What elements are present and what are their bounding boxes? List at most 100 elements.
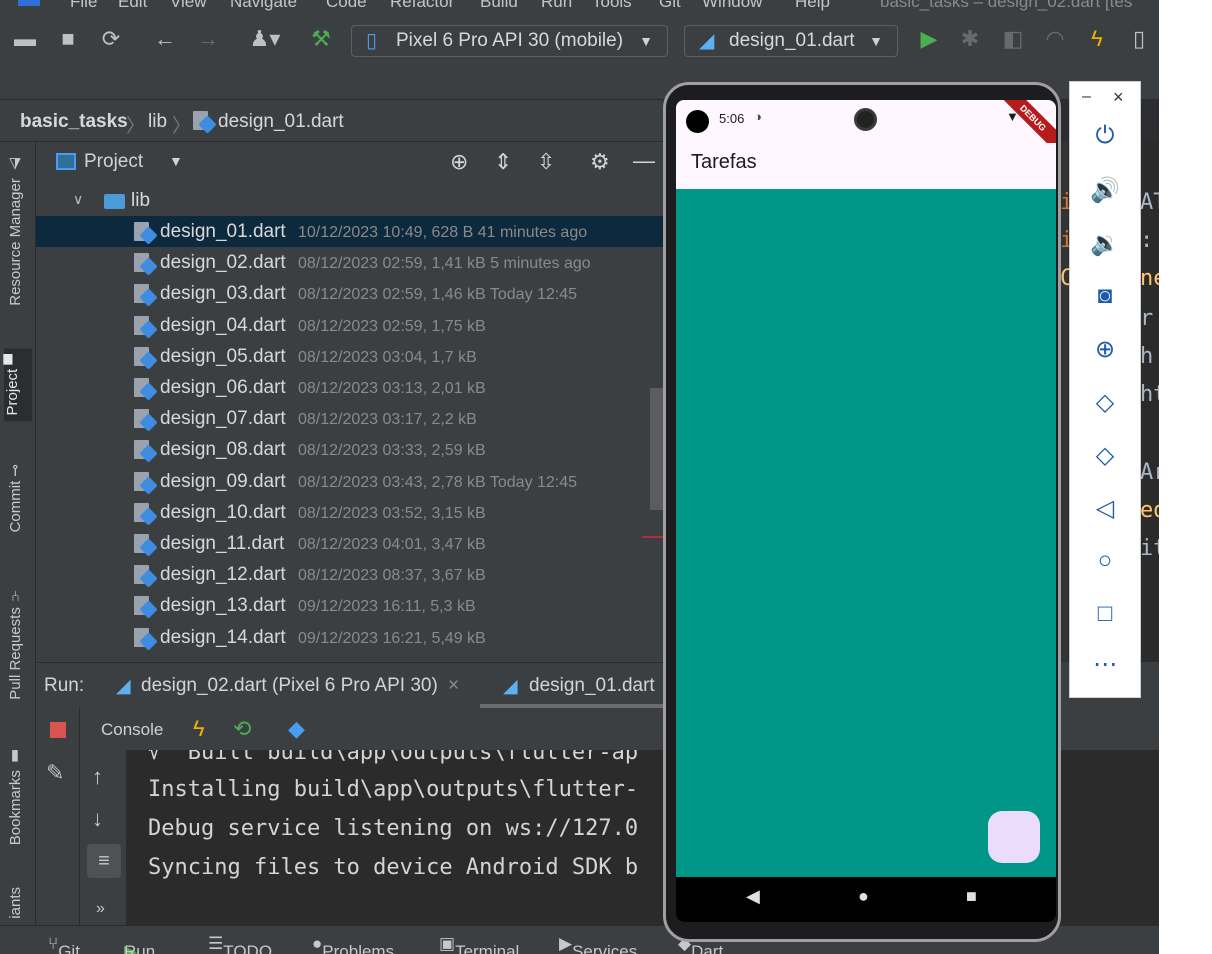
more-icon[interactable]: ⋯ — [1070, 650, 1140, 679]
dart-file-icon — [134, 532, 158, 557]
file-row[interactable]: design_08.dart 08/12/2023 03:33, 2,59 kB — [36, 434, 663, 465]
nav-recents-icon[interactable]: ■ — [966, 886, 977, 907]
hot-restart-icon[interactable]: ⟲ — [233, 716, 251, 742]
console-tab[interactable]: Console — [101, 720, 163, 740]
back-icon[interactable]: ◁ — [1070, 494, 1140, 523]
project-scrollbar[interactable] — [650, 388, 663, 510]
close-button[interactable]: × — [1113, 87, 1124, 108]
volume-down-icon[interactable]: 🔉 — [1070, 229, 1140, 258]
nav-home-icon[interactable]: ● — [858, 886, 869, 907]
nav-back-icon[interactable]: ◀ — [746, 886, 760, 907]
menu-tools[interactable]: Tools — [592, 0, 632, 12]
locate-icon[interactable]: ⊕ — [450, 149, 468, 175]
scroll-down-icon[interactable]: ↓ — [92, 806, 103, 832]
close-icon[interactable]: × — [448, 675, 459, 697]
build-hammer-icon[interactable]: ⚒ — [308, 27, 334, 51]
menu-run[interactable]: Run — [541, 0, 572, 12]
camera-icon[interactable]: ◙ — [1070, 282, 1140, 310]
debug-icon[interactable]: ✱ — [957, 27, 983, 51]
run-tab-design02[interactable]: design_02.dart (Pixel 6 Pro API 30) — [141, 675, 438, 697]
minimize-button[interactable]: – — [1082, 88, 1091, 106]
breadcrumb-project[interactable]: basic_tasks — [20, 111, 128, 133]
file-row[interactable]: design_02.dart 08/12/2023 02:59, 1,41 kB … — [36, 247, 663, 278]
open-folder-icon[interactable]: ▬ — [12, 27, 38, 51]
home-icon[interactable]: ○ — [1070, 547, 1140, 575]
run-icon[interactable]: ▶ — [916, 27, 942, 51]
menu-edit[interactable]: Edit — [118, 0, 147, 12]
file-row[interactable]: design_04.dart 08/12/2023 02:59, 1,75 kB — [36, 310, 663, 341]
devtools-icon[interactable]: ◆ — [288, 716, 305, 742]
zoom-icon[interactable]: ⊕ — [1070, 335, 1140, 364]
git-tab[interactable]: ⑂ Git — [48, 934, 80, 954]
file-row[interactable]: design_14.dart 09/12/2023 16:21, 5,49 kB — [36, 622, 663, 653]
file-row[interactable]: design_03.dart 08/12/2023 02:59, 1,46 kB … — [36, 278, 663, 309]
floating-action-button[interactable] — [988, 811, 1040, 863]
tab-commit[interactable]: Commit ⊸ — [7, 464, 25, 532]
chevron-down-icon[interactable]: ▼ — [169, 153, 183, 169]
file-row[interactable]: design_09.dart 08/12/2023 03:43, 2,78 kB … — [36, 466, 663, 497]
todo-tab[interactable]: ☰ TODO — [208, 934, 272, 954]
hot-reload-icon[interactable]: ϟ — [1084, 27, 1110, 51]
tab-pull-requests[interactable]: Pull Requests ⑂ — [7, 588, 24, 700]
tab-project[interactable]: Project ▀ — [4, 348, 32, 422]
menu-help[interactable]: Help — [795, 0, 830, 12]
project-view-title[interactable]: Project — [84, 151, 143, 173]
device-manager-icon[interactable]: ▯ — [1126, 27, 1152, 51]
file-row[interactable]: design_05.dart 08/12/2023 03:04, 1,7 kB — [36, 341, 663, 372]
soft-wrap-icon[interactable]: ≡ — [87, 844, 121, 878]
menu-code[interactable]: Code — [326, 0, 367, 12]
tree-folder-lib[interactable]: ∨ lib — [36, 185, 663, 216]
menu-bar: File Edit View Navigate Code Refactor Bu… — [0, 0, 1159, 14]
back-icon[interactable]: ← — [152, 27, 178, 51]
scroll-up-icon[interactable]: ↑ — [92, 764, 103, 790]
more-chevron-icon[interactable]: » — [96, 900, 105, 918]
hide-panel-icon[interactable]: — — [633, 148, 655, 174]
breadcrumb-file[interactable]: design_01.dart — [218, 111, 344, 133]
menu-git[interactable]: Git — [659, 0, 681, 12]
breadcrumb-folder[interactable]: lib — [148, 111, 167, 133]
overview-icon[interactable]: □ — [1070, 600, 1140, 628]
gear-icon[interactable]: ⚙ — [590, 149, 610, 175]
tab-resource-manager[interactable]: Resource Manager ◭ — [7, 156, 25, 306]
file-meta: 08/12/2023 03:43, 2,78 kB Today 12:45 — [298, 473, 578, 491]
file-row[interactable]: design_06.dart 08/12/2023 03:13, 2,01 kB — [36, 372, 663, 403]
collapse-all-icon[interactable]: ⇳ — [537, 149, 555, 175]
forward-icon[interactable]: → — [195, 27, 221, 51]
emulator-screen[interactable]: 5:06 ◑ ▼ DEBUG Tarefas ◀ ● ■ — [676, 100, 1056, 922]
menu-file[interactable]: File — [70, 0, 97, 12]
file-row[interactable]: design_13.dart 09/12/2023 16:11, 5,3 kB — [36, 590, 663, 621]
profiler-icon[interactable]: ◠ — [1042, 27, 1068, 51]
services-tab[interactable]: ▶ Services — [559, 934, 637, 954]
tab-bookmarks[interactable]: Bookmarks ▮ — [7, 748, 25, 845]
expand-all-icon[interactable]: ⇕ — [494, 149, 512, 175]
file-name: design_06.dart — [160, 377, 286, 398]
terminal-tab[interactable]: ▣ Terminal — [439, 934, 519, 954]
menu-navigate[interactable]: Navigate — [230, 0, 297, 12]
file-row[interactable]: design_10.dart 08/12/2023 03:52, 3,15 kB — [36, 497, 663, 528]
sync-icon[interactable]: ⟳ — [98, 27, 124, 51]
rotate-left-icon[interactable]: ◇ — [1070, 388, 1140, 417]
menu-view[interactable]: View — [170, 0, 207, 12]
project-panel: Project ▼ ⊕ ⇕ ⇳ ⚙ — ∨ lib design_01.dart… — [36, 142, 663, 662]
file-row[interactable]: design_11.dart 08/12/2023 04:01, 3,47 kB — [36, 528, 663, 559]
pin-icon[interactable]: ✎ — [46, 760, 64, 786]
device-selector[interactable]: ▯ Pixel 6 Pro API 30 (mobile) ▼ — [351, 25, 668, 57]
rotate-right-icon[interactable]: ◇ — [1070, 441, 1140, 470]
coverage-icon[interactable]: ◧ — [1000, 27, 1026, 51]
save-icon[interactable]: ■ — [55, 27, 81, 51]
problems-tab[interactable]: ● Problems — [312, 934, 394, 954]
volume-up-icon[interactable]: 🔊 — [1070, 176, 1140, 205]
tab-build-variants[interactable]: iants — [7, 887, 24, 919]
run-tab-design01[interactable]: design_01.dart — [529, 675, 655, 697]
file-row[interactable]: design_12.dart 08/12/2023 08:37, 3,67 kB — [36, 559, 663, 590]
hot-reload-icon[interactable]: ϟ — [193, 716, 205, 742]
stop-icon[interactable] — [50, 722, 66, 738]
power-icon[interactable]: ⏻ — [1070, 122, 1140, 150]
user-dropdown-icon[interactable]: ♟▾ — [245, 27, 285, 51]
menu-refactor[interactable]: Refactor — [390, 0, 454, 12]
menu-window[interactable]: Window — [702, 0, 762, 12]
menu-build[interactable]: Build — [480, 0, 518, 12]
run-config-selector[interactable]: ◢ design_01.dart ▼ — [684, 25, 898, 57]
file-row[interactable]: design_07.dart 08/12/2023 03:17, 2,2 kB — [36, 403, 663, 434]
file-row[interactable]: design_01.dart 10/12/2023 10:49, 628 B 41… — [36, 216, 663, 247]
